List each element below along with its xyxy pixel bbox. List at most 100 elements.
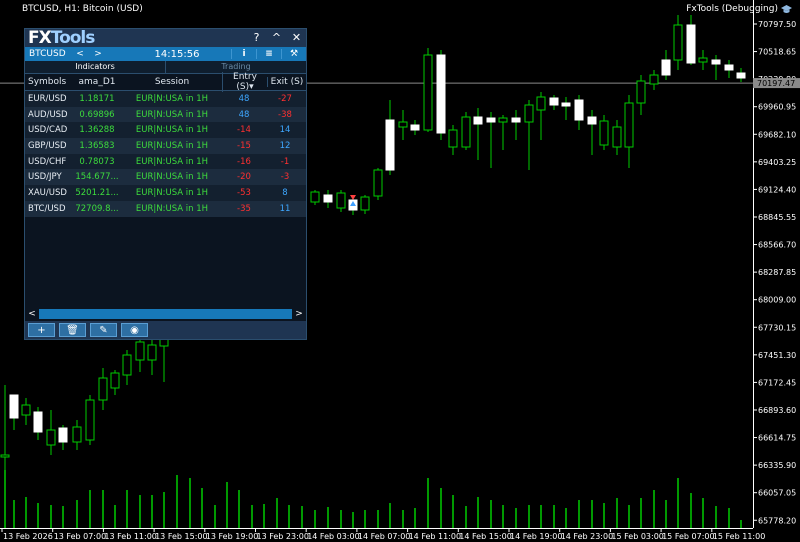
time-tick-label: 14 Feb 23:00 — [561, 532, 613, 541]
grid-body: EUR/USD 1.18171 EUR|N:USA in 1H 48 -27 AUD/US… — [25, 91, 306, 217]
time-tick-label: 14 Feb 11:00 — [409, 532, 461, 541]
cell-entry: -35 — [237, 203, 251, 214]
cell-exit: 8 — [282, 187, 288, 198]
candle-body — [385, 119, 395, 171]
candle-body — [574, 99, 584, 121]
minimize-button[interactable]: ^ — [271, 31, 282, 44]
candle-body — [398, 121, 408, 128]
candle-body — [661, 59, 671, 76]
settings-tools-icon[interactable]: ⚒ — [281, 49, 306, 59]
candle-body — [85, 399, 95, 441]
time-tick-label: 14 Feb 03:00 — [307, 532, 359, 541]
cell-symbol: USD/JPY — [28, 172, 62, 183]
time-tick-label: 13 Feb 2026 — [3, 532, 53, 541]
candle-body — [410, 124, 420, 131]
candle-body — [310, 191, 320, 203]
candle-body — [486, 117, 496, 123]
candle-body — [612, 126, 622, 148]
cell-exit: -1 — [280, 156, 290, 167]
horizontal-scrollbar[interactable]: < > — [25, 308, 306, 320]
price-tick-label: 66335.90 — [758, 461, 796, 470]
table-row[interactable]: EUR/USD 1.18171 EUR|N:USA in 1H 48 -27 — [25, 91, 306, 107]
candle-body — [473, 116, 483, 125]
time-tick-label: 13 Feb 07:00 — [54, 532, 106, 541]
scroll-right-button[interactable]: > — [292, 309, 306, 319]
price-tick-label: 68566.70 — [758, 241, 796, 250]
price-tick-label: 65778.20 — [758, 516, 796, 525]
table-row[interactable]: USD/CHF 0.78073 EUR|N:USA in 1H -16 -1 — [25, 153, 306, 170]
close-button[interactable]: ✕ — [291, 31, 302, 44]
candle-body — [599, 120, 609, 146]
cell-session: EUR|N:USA in 1H — [135, 172, 209, 183]
candle-body — [21, 404, 31, 416]
info-button[interactable]: i — [231, 49, 256, 59]
menu-button[interactable]: ≡ — [256, 49, 281, 59]
edit-button[interactable]: ✎ — [90, 323, 117, 337]
candle-body — [147, 344, 157, 361]
cell-ama: 72709.8... — [75, 203, 119, 214]
candle-body — [436, 54, 446, 134]
help-button[interactable]: ? — [251, 31, 262, 44]
time-tick-label: 13 Feb 23:00 — [257, 532, 309, 541]
grid-header: Symbols ama_D1 Session Entry (S)▾ Exit (… — [25, 72, 306, 92]
candle-body — [336, 192, 346, 209]
cell-session: EUR|N:USA in 1H — [135, 203, 209, 214]
price-tick-label: 68009.00 — [758, 296, 796, 305]
candle-body — [58, 427, 68, 443]
cell-session: EUR|N:USA in 1H — [135, 125, 209, 136]
col-header-symbols[interactable]: Symbols — [25, 77, 72, 87]
candle-body — [724, 64, 734, 71]
col-header-entry[interactable]: Entry (S)▾ — [222, 72, 267, 92]
scroll-left-button[interactable]: < — [25, 309, 39, 319]
cell-symbol: EUR/USD — [28, 93, 67, 104]
cell-exit: 11 — [279, 203, 291, 214]
candle-body — [536, 96, 546, 111]
fxtools-logo: FXTools — [28, 28, 95, 48]
table-row[interactable]: USD/JPY 154.677... EUR|N:USA in 1H -20 -3 — [25, 169, 306, 186]
price-tick-label: 69124.40 — [758, 185, 796, 194]
price-tick-label: 67172.45 — [758, 378, 796, 387]
price-tick-label: 66893.60 — [758, 406, 796, 415]
cell-exit: 14 — [279, 125, 291, 136]
candle-body — [736, 72, 746, 79]
candle-body — [360, 196, 370, 211]
candle-body — [448, 129, 458, 148]
cell-entry: -16 — [237, 156, 251, 167]
graduation-cap-icon — [781, 4, 792, 13]
cell-entry: -14 — [237, 125, 251, 136]
col-header-ama[interactable]: ama_D1 — [72, 77, 122, 87]
cell-session: EUR|N:USA in 1H — [135, 156, 209, 167]
add-button[interactable]: + — [28, 323, 55, 337]
table-row[interactable]: GBP/USD 1.36583 EUR|N:USA in 1H -15 12 — [25, 138, 306, 154]
cell-entry: -15 — [237, 140, 251, 151]
price-tick-label: 69682.10 — [758, 130, 796, 139]
next-symbol-button[interactable]: > — [93, 49, 103, 59]
cell-entry: 48 — [238, 109, 250, 120]
price-tick-label: 69960.95 — [758, 103, 796, 112]
table-row[interactable]: AUD/USD 0.69896 EUR|N:USA in 1H 48 -38 — [25, 106, 306, 123]
cell-exit: -38 — [278, 109, 292, 120]
col-header-exit[interactable]: Exit (S) — [267, 77, 306, 87]
candle-body — [524, 104, 534, 123]
table-row[interactable]: XAU/USD 5201.21... EUR|N:USA in 1H -53 8 — [25, 185, 306, 201]
candle-body — [649, 74, 659, 85]
delete-button[interactable]: 🗑 — [59, 323, 86, 337]
prev-symbol-button[interactable]: < — [75, 49, 85, 59]
tab-indicators[interactable]: Indicators — [25, 61, 165, 73]
view-button[interactable]: ◉ — [121, 323, 148, 337]
table-row[interactable]: USD/CAD 1.36288 EUR|N:USA in 1H -14 14 — [25, 122, 306, 139]
eye-icon: ◉ — [130, 324, 139, 336]
fxtools-panel: FXTools ? ^ ✕ BTCUSD < > 14:15:56 i ≡ ⚒ … — [24, 28, 307, 340]
time-tick-label: 15 Feb 11:00 — [713, 532, 765, 541]
chart-title: BTCUSD, H1: Bitcoin (USD) — [22, 4, 143, 14]
trash-icon: 🗑 — [66, 324, 79, 336]
price-tick-label: 67451.30 — [758, 351, 796, 360]
panel-header[interactable]: FXTools ? ^ ✕ — [25, 28, 306, 48]
col-header-session[interactable]: Session — [122, 77, 222, 87]
candle-body — [561, 102, 571, 107]
cell-ama: 5201.21... — [75, 187, 119, 198]
price-tick-label: 69403.25 — [758, 158, 796, 167]
scroll-thumb[interactable] — [39, 309, 292, 319]
table-row[interactable]: BTC/USD 72709.8... EUR|N:USA in 1H -35 11 — [25, 200, 306, 217]
time-tick-label: 13 Feb 19:00 — [206, 532, 258, 541]
